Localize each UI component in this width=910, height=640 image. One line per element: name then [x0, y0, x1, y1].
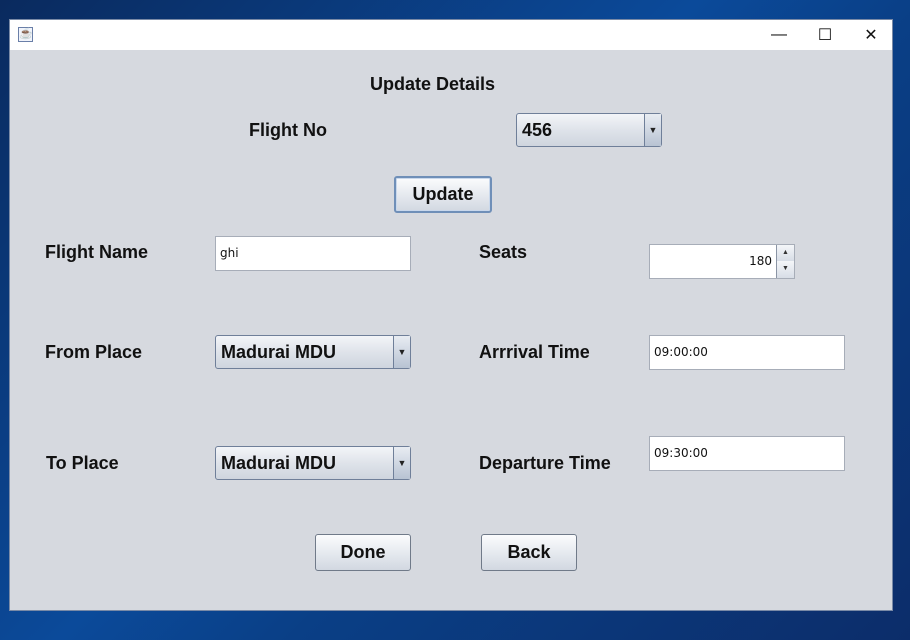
update-details-window: ☕ — ☐ ✕ Update Details Flight No 456 ▼ U… — [9, 19, 893, 611]
to-place-label: To Place — [46, 453, 119, 473]
spinner-up-icon[interactable]: ▲ — [777, 245, 794, 262]
maximize-button[interactable]: ☐ — [802, 20, 848, 50]
to-place-combobox[interactable]: Madurai MDU ▼ — [215, 446, 411, 480]
flight-no-value: 456 — [522, 120, 553, 140]
from-place-combobox[interactable]: Madurai MDU ▼ — [215, 335, 411, 369]
seats-spinner-arrows: ▲ ▼ — [776, 245, 794, 278]
chevron-down-icon[interactable]: ▼ — [393, 447, 410, 479]
from-place-label: From Place — [45, 342, 143, 362]
maximize-icon: ☐ — [817, 27, 833, 44]
flight-name-field[interactable]: ghi — [215, 236, 411, 271]
spinner-down-icon[interactable]: ▼ — [777, 261, 794, 278]
minimize-button[interactable]: — — [756, 20, 802, 50]
arrival-time-label: Arrrival Time — [479, 342, 590, 362]
arrival-time-field[interactable]: 09:00:00 — [649, 335, 845, 370]
from-place-value: Madurai MDU — [221, 342, 337, 362]
title-bar[interactable]: ☕ — ☐ ✕ — [10, 20, 892, 50]
update-button[interactable]: Update — [394, 176, 492, 213]
departure-time-label: Departure Time — [479, 453, 611, 473]
flight-no-combobox[interactable]: 456 ▼ — [516, 113, 662, 147]
seats-spinner[interactable]: 180 ▲ ▼ — [649, 244, 795, 279]
flight-no-label: Flight No — [249, 120, 327, 140]
seats-value: 180 — [749, 254, 772, 268]
back-button[interactable]: Back — [481, 534, 577, 571]
flight-name-label: Flight Name — [45, 242, 149, 262]
close-icon: ✕ — [864, 27, 878, 44]
done-button[interactable]: Done — [315, 534, 411, 571]
chevron-down-icon[interactable]: ▼ — [644, 114, 661, 146]
java-cup-icon: ☕ — [18, 27, 33, 42]
page-title: Update Details — [370, 74, 496, 94]
to-place-value: Madurai MDU — [221, 453, 337, 473]
close-button[interactable]: ✕ — [848, 20, 894, 50]
chevron-down-icon[interactable]: ▼ — [393, 336, 410, 368]
seats-label: Seats — [479, 242, 528, 262]
departure-time-field[interactable]: 09:30:00 — [649, 436, 845, 471]
minimize-icon: — — [771, 26, 787, 43]
